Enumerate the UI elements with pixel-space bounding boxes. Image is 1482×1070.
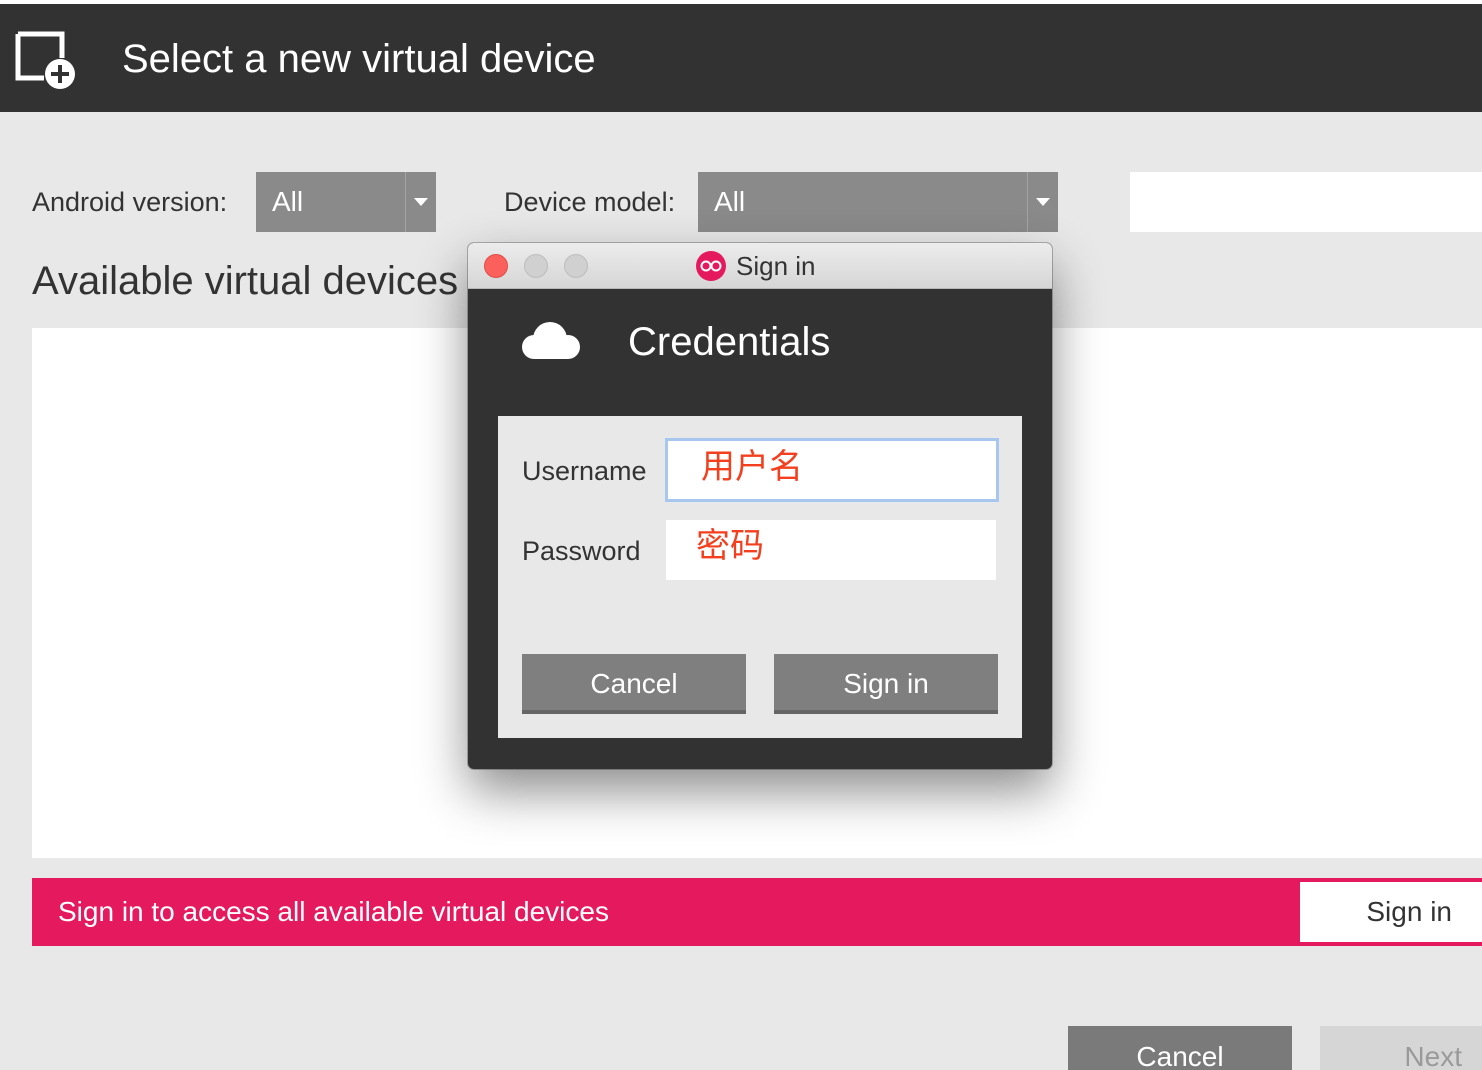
device-model-select[interactable]: All — [698, 172, 1058, 232]
android-version-dropdown-button[interactable] — [405, 172, 436, 232]
dialog-sign-in-button[interactable]: Sign in — [774, 654, 998, 714]
sign-in-banner: Sign in to access all available virtual … — [32, 878, 1482, 946]
device-model-label: Device model: — [504, 187, 676, 217]
device-model-value: All — [714, 186, 746, 217]
password-label: Password — [522, 536, 641, 566]
add-device-icon — [15, 31, 75, 89]
minimize-icon[interactable] — [524, 254, 548, 278]
footer-next-button[interactable]: Next — [1320, 1026, 1482, 1070]
dialog-window-title: Sign in — [736, 251, 816, 281]
chevron-down-icon — [414, 198, 428, 206]
android-version-select[interactable]: All — [256, 172, 436, 232]
android-version-value: All — [272, 186, 304, 217]
page-header: Select a new virtual device — [0, 4, 1482, 112]
dialog-titlebar[interactable]: Sign in — [468, 243, 1052, 289]
genymotion-logo-icon — [696, 251, 726, 281]
android-version-label: Android version: — [32, 187, 228, 217]
dialog-heading: Credentials — [628, 320, 831, 364]
section-title: Available virtual devices — [32, 259, 459, 303]
cloud-icon — [522, 322, 580, 359]
credentials-form: Username 用户名 Password 密码 Cancel Sign in — [498, 416, 1022, 738]
username-field[interactable]: 用户名 — [665, 438, 999, 502]
page-title: Select a new virtual device — [122, 37, 596, 81]
search-input[interactable] — [1130, 172, 1482, 232]
chevron-down-icon — [1036, 198, 1050, 206]
password-field[interactable]: 密码 — [666, 520, 996, 580]
footer-cancel-button[interactable]: Cancel — [1068, 1026, 1292, 1070]
device-model-dropdown-button[interactable] — [1027, 172, 1058, 232]
maximize-icon[interactable] — [564, 254, 588, 278]
banner-sign-in-button[interactable]: Sign in — [1300, 882, 1482, 942]
username-label: Username — [522, 456, 647, 486]
dialog-cancel-button[interactable]: Cancel — [522, 654, 746, 714]
banner-text: Sign in to access all available virtual … — [58, 896, 609, 927]
sign-in-dialog: Sign in Credentials Username 用户名 Passwor… — [468, 243, 1052, 769]
close-icon[interactable] — [484, 254, 508, 278]
